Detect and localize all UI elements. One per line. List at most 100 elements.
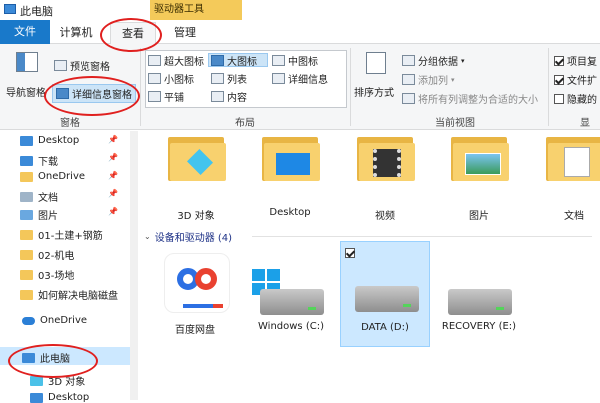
baidu-netdisk-icon [164,253,230,313]
nav-pane-button[interactable]: 导航窗格 [4,50,50,100]
nav-item-pictures[interactable]: 图片 [20,207,58,222]
layout-content[interactable]: 内容 [211,89,247,104]
group-by-label: 分组依据 [418,57,458,68]
add-columns-button[interactable]: 添加列 ▾ [402,72,455,87]
folder-icon [20,135,33,146]
nav-item-label: 02-机电 [38,251,75,262]
nav-item-desktop[interactable]: Desktop [20,135,79,146]
pane-group-label: 窗格 [60,118,80,129]
layout-tiles[interactable]: 平铺 [148,89,184,104]
nav-item-onedrive-pinned[interactable]: OneDrive [20,171,85,182]
nav-item-label: 如何解决电脑磁盘 [38,291,118,302]
add-columns-icon [402,74,415,85]
drive-label: Windows (C:) [258,321,324,332]
drive-select-checkbox[interactable] [345,248,355,258]
folder-icon [20,249,33,260]
drive-tools-context-tab[interactable]: 驱动器工具 [150,0,242,20]
folder-icon [451,133,509,181]
file-ext-label: 文件扩 [567,76,597,87]
tab-manage[interactable]: 管理 [160,22,210,44]
tiles-icon [148,91,161,102]
pin-icon[interactable]: 📌 [108,135,118,144]
nav-item-label: 下载 [38,157,58,168]
annotation-circle-this-pc [8,344,98,378]
sort-by-icon [366,52,386,74]
pin-icon[interactable]: 📌 [108,171,118,180]
folder-icon [357,133,415,181]
sort-by-button[interactable]: 排序方式 [354,50,400,100]
download-icon [20,155,33,166]
folder-label: 图片 [469,211,489,222]
annotation-circle-view-tab [100,18,162,52]
drive-item-e[interactable]: RECOVERY (E:) [434,249,524,349]
nav-item-folder-01[interactable]: 01-土建+钢筋 [20,227,103,242]
nav-pane-icon [16,52,38,72]
group-by-button[interactable]: 分组依据 ▾ [402,53,465,68]
content-label: 内容 [227,93,247,104]
item-checkboxes-toggle[interactable]: 项目复 [554,53,597,68]
medium-icons-icon [272,55,285,66]
dropdown-arrow-icon: ▾ [451,75,455,84]
nav-item-documents[interactable]: 文档 [20,189,58,204]
nav-item-desktop-2[interactable]: Desktop [30,392,89,403]
pin-icon[interactable]: 📌 [108,207,118,216]
folder-item-3d-objects[interactable]: 3D 对象 [156,133,236,222]
layout-small-icons[interactable]: 小图标 [148,71,194,86]
item-checkboxes-label: 项目复 [567,57,597,68]
details-label: 详细信息 [288,75,328,86]
ribbon-divider [548,48,549,126]
nav-item-folder-03[interactable]: 03-场地 [20,267,74,282]
small-icons-icon [148,73,161,84]
devices-header-label: 设备和驱动器 (4) [154,232,233,244]
current-view-group-label: 当前视图 [435,118,475,129]
dropdown-arrow-icon: ▾ [461,56,465,65]
ribbon-divider [350,48,351,126]
drive-item-d[interactable]: DATA (D:) [340,241,430,347]
nav-item-onedrive[interactable]: OneDrive [22,315,87,326]
nav-item-folder-disk[interactable]: 如何解决电脑磁盘 [20,287,118,302]
nav-scrollbar[interactable] [130,131,138,400]
folder-item-videos[interactable]: 视频 [345,133,425,222]
window-title: 此电脑 [20,5,53,18]
hidden-items-toggle[interactable]: 隐藏的 [554,91,597,106]
layout-list[interactable]: 列表 [211,71,247,86]
nav-item-label: 03-场地 [38,271,75,282]
tab-file[interactable]: 文件 [0,20,50,44]
hidden-items-label: 隐藏的 [567,95,597,106]
medium-icons-label: 中图标 [288,57,318,68]
file-view: 3D 对象 Desktop 视频 图片 文档 ⌄ 设备和驱动器 (4) 百度网盘… [138,131,600,400]
layout-details[interactable]: 详细信息 [272,71,328,86]
layout-large-icons[interactable]: 大图标 [211,53,257,68]
hidden-items-checkbox[interactable] [554,93,564,104]
tiles-label: 平铺 [164,93,184,104]
nav-item-label: 图片 [38,211,58,222]
hard-drive-icon [448,289,512,315]
layout-medium-icons[interactable]: 中图标 [272,53,318,68]
file-ext-toggle[interactable]: 文件扩 [554,72,597,87]
xl-icons-icon [148,55,161,66]
preview-pane-button[interactable]: 预览窗格 [54,58,110,73]
tab-computer[interactable]: 计算机 [52,22,100,44]
pin-icon[interactable]: 📌 [108,153,118,162]
folder-icon [20,269,33,280]
nav-item-label: OneDrive [40,315,88,326]
chevron-down-icon: ⌄ [144,231,151,241]
folder-item-desktop[interactable]: Desktop [250,133,330,218]
fit-columns-label: 将所有列调整为合适的大小 [418,95,538,106]
nav-item-label: 01-土建+钢筋 [38,231,103,242]
folder-item-pictures[interactable]: 图片 [439,133,519,222]
file-ext-checkbox[interactable] [554,74,564,85]
nav-item-downloads[interactable]: 下载 [20,153,58,168]
pin-icon[interactable]: 📌 [108,189,118,198]
layout-xl-icons[interactable]: 超大图标 [148,53,204,68]
drive-item-baidu-netdisk[interactable]: 百度网盘 [150,249,240,349]
nav-item-folder-02[interactable]: 02-机电 [20,247,74,262]
sort-by-label: 排序方式 [354,88,394,99]
fit-columns-button[interactable]: 将所有列调整为合适的大小 [402,91,538,106]
add-columns-label: 添加列 [418,76,448,87]
folder-item-documents[interactable]: 文档 [534,133,600,222]
drive-item-c[interactable]: Windows (C:) [246,249,336,349]
large-icons-icon [211,55,224,66]
item-checkboxes-checkbox[interactable] [554,55,564,66]
hard-drive-icon [355,286,419,312]
